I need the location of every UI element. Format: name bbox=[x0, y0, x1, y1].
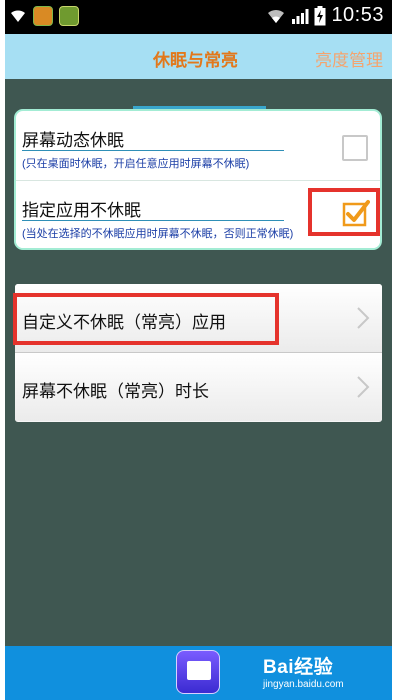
nav-label: 屏幕不休眠（常亮）时长 bbox=[22, 382, 209, 401]
battery-icon bbox=[314, 5, 326, 25]
terminal-app-icon[interactable] bbox=[176, 650, 220, 694]
nav-row-screen-on-duration[interactable]: 屏幕不休眠（常亮）时长 bbox=[15, 353, 382, 421]
highlight-box bbox=[308, 188, 380, 236]
baidu-watermark: Bai经验 jingyan.baidu.com bbox=[263, 657, 344, 690]
title-underline bbox=[22, 220, 284, 221]
highlight-box bbox=[13, 293, 279, 345]
app-window: 10:53 休眠与常亮 亮度管理 屏幕动态休眠 (只在桌面时休眠，开启任意应用时… bbox=[5, 0, 392, 700]
tab-brightness-management[interactable]: 亮度管理 bbox=[315, 46, 383, 71]
signal-icon bbox=[292, 8, 309, 24]
wifi-icon bbox=[268, 9, 285, 23]
clock-time: 10:53 bbox=[331, 4, 384, 26]
setting-description: (当处在选择的不休眠应用时屏幕不休眠，否则正常休眠) bbox=[22, 228, 294, 240]
tab-bar: 休眠与常亮 亮度管理 bbox=[5, 34, 392, 110]
setting-description: (只在桌面时休眠，开启任意应用时屏幕不休眠) bbox=[22, 158, 250, 170]
app-icon bbox=[59, 6, 79, 26]
setting-row-dynamic-sleep[interactable]: 屏幕动态休眠 (只在桌面时休眠，开启任意应用时屏幕不休眠) bbox=[16, 111, 380, 180]
setting-title: 指定应用不休眠 bbox=[22, 201, 141, 220]
title-underline bbox=[22, 150, 284, 151]
status-bar: 10:53 bbox=[5, 0, 392, 34]
tab-sleep-and-always-on[interactable]: 休眠与常亮 bbox=[153, 46, 238, 71]
wifi-icon bbox=[11, 10, 25, 22]
app-icon bbox=[33, 6, 53, 26]
bottom-bar: Bai经验 jingyan.baidu.com bbox=[5, 646, 392, 700]
chevron-right-icon bbox=[357, 307, 370, 329]
setting-title: 屏幕动态休眠 bbox=[22, 131, 124, 150]
chevron-right-icon bbox=[357, 376, 370, 398]
dynamic-sleep-checkbox[interactable] bbox=[342, 135, 368, 161]
